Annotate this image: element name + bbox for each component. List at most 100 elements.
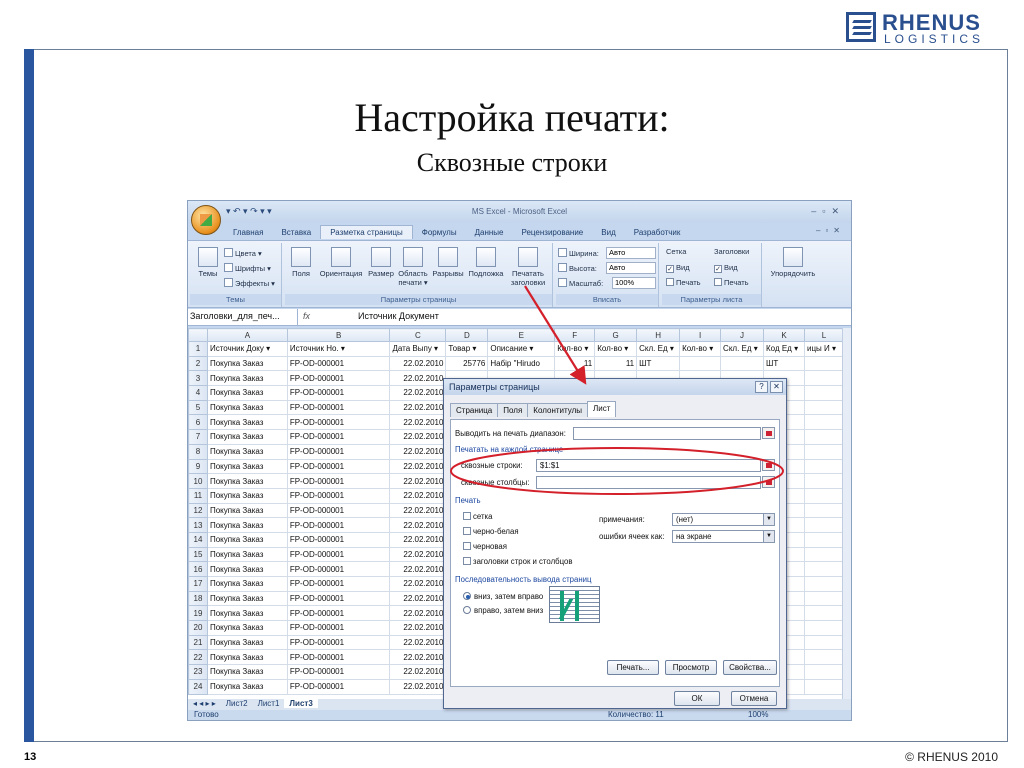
row-header[interactable]: 1 <box>188 341 208 357</box>
table-cell[interactable]: 22.02.2010 <box>389 590 447 607</box>
table-cell[interactable]: Покупка Заказ <box>206 517 288 533</box>
formula-input[interactable]: Источник Документ <box>358 311 439 321</box>
column-header-g[interactable]: G <box>594 328 638 342</box>
row-header[interactable]: 3 <box>188 370 208 387</box>
table-cell[interactable] <box>803 590 844 607</box>
table-header-cell[interactable]: Источник Но. ▾ <box>286 341 391 357</box>
table-cell[interactable]: FP-OD-000001 <box>286 487 391 504</box>
table-cell[interactable]: Покупка Заказ <box>206 473 288 489</box>
table-cell[interactable] <box>803 429 844 445</box>
black-white-checkbox[interactable]: черно-белая <box>463 527 519 536</box>
table-cell[interactable]: Покупка Заказ <box>206 546 288 563</box>
table-cell[interactable]: Покупка Заказ <box>206 620 288 636</box>
column-header-e[interactable]: E <box>487 328 556 342</box>
down-then-over-radio[interactable]: вниз, затем вправо <box>463 592 543 601</box>
table-cell[interactable]: FP-OD-000001 <box>286 355 391 372</box>
table-header-cell[interactable]: Описание ▾ <box>487 341 556 357</box>
tab-home[interactable]: Главная <box>224 226 272 239</box>
rows-to-repeat-input[interactable]: $1:$1 <box>536 459 761 472</box>
tab-data[interactable]: Данные <box>466 226 513 239</box>
name-box[interactable]: Заголовки_для_печ... <box>188 309 298 325</box>
table-header-cell[interactable]: Скл. Ед ▾ <box>720 341 765 357</box>
table-cell[interactable]: 22.02.2010 <box>389 531 447 548</box>
background-button[interactable]: Подложка <box>467 247 505 278</box>
cell-errors-select[interactable]: на экране ▼ <box>672 530 775 543</box>
row-header[interactable]: 2 <box>188 355 208 372</box>
table-cell[interactable]: 22.02.2010 <box>389 561 447 577</box>
table-cell[interactable]: 11 <box>594 355 638 372</box>
table-cell[interactable]: FP-OD-000001 <box>286 370 391 387</box>
table-cell[interactable]: FP-OD-000001 <box>286 634 391 651</box>
table-cell[interactable] <box>803 546 844 563</box>
table-cell[interactable] <box>803 385 844 401</box>
column-header-k[interactable]: K <box>763 328 805 342</box>
comments-select[interactable]: (нет) ▼ <box>672 513 775 526</box>
table-cell[interactable]: FP-OD-000001 <box>286 590 391 607</box>
table-cell[interactable] <box>803 399 844 416</box>
column-header-b[interactable]: B <box>286 328 391 342</box>
table-cell[interactable] <box>803 355 844 372</box>
table-header-cell[interactable]: Источник Доку ▾ <box>206 341 288 357</box>
table-cell[interactable]: 22.02.2010 <box>389 605 447 622</box>
table-cell[interactable]: Покупка Заказ <box>206 399 288 416</box>
print-titles-button[interactable]: Печатать заголовки <box>507 247 549 287</box>
row-header[interactable]: 4 <box>188 385 208 401</box>
row-header[interactable]: 5 <box>188 399 208 416</box>
row-header[interactable]: 21 <box>188 634 208 651</box>
status-zoom[interactable]: 100% <box>748 710 768 719</box>
table-cell[interactable]: Покупка Заказ <box>206 370 288 387</box>
tab-margins[interactable]: Поля <box>497 403 529 417</box>
table-cell[interactable]: 22.02.2010 <box>389 620 447 636</box>
table-cell[interactable]: 22.02.2010 <box>389 546 447 563</box>
table-cell[interactable]: FP-OD-000001 <box>286 605 391 622</box>
ok-button[interactable]: ОК <box>674 691 720 706</box>
margins-button[interactable]: Поля <box>289 247 313 278</box>
options-button[interactable]: Свойства... <box>723 660 777 675</box>
themes-button[interactable]: Темы <box>194 247 222 278</box>
table-cell[interactable] <box>803 414 844 431</box>
table-cell[interactable]: 22.02.2010 <box>389 370 447 387</box>
column-header-l[interactable]: L <box>803 328 844 342</box>
headings-view-checkbox[interactable]: ✓ Вид <box>714 263 738 273</box>
row-header[interactable]: 19 <box>188 605 208 622</box>
tab-sheet[interactable]: Лист <box>586 401 617 417</box>
table-cell[interactable]: 22.02.2010 <box>389 429 447 445</box>
table-cell[interactable]: FP-OD-000001 <box>286 385 391 401</box>
table-cell[interactable]: 22.02.2010 <box>389 649 447 666</box>
table-cell[interactable]: 22.02.2010 <box>389 355 447 372</box>
table-cell[interactable] <box>803 649 844 666</box>
row-header[interactable]: 14 <box>188 531 208 548</box>
table-cell[interactable]: FP-OD-000001 <box>286 502 391 519</box>
effects-button[interactable]: Эффекты ▾ <box>224 278 275 288</box>
vertical-scrollbar[interactable] <box>842 328 851 699</box>
table-cell[interactable] <box>803 620 844 636</box>
window-controls[interactable]: –▫✕ <box>811 206 845 217</box>
column-header-c[interactable]: C <box>389 328 447 342</box>
workbook-controls[interactable]: –▫✕ <box>816 226 845 235</box>
row-header[interactable]: 18 <box>188 590 208 607</box>
gridlines-print-checkbox[interactable]: Печать <box>666 278 701 287</box>
table-cell[interactable] <box>803 576 844 592</box>
table-cell[interactable]: Покупка Заказ <box>206 487 288 504</box>
row-header[interactable]: 10 <box>188 473 208 489</box>
rows-picker-icon[interactable] <box>762 459 775 471</box>
table-cell[interactable]: FP-OD-000001 <box>286 429 391 445</box>
row-header[interactable]: 7 <box>188 429 208 445</box>
table-cell[interactable] <box>803 487 844 504</box>
table-cell[interactable]: 22.02.2010 <box>389 678 447 695</box>
table-cell[interactable]: Покупка Заказ <box>206 634 288 651</box>
table-header-cell[interactable]: Кол-во ▾ <box>554 341 596 357</box>
table-cell[interactable]: FP-OD-000001 <box>286 546 391 563</box>
column-header-j[interactable]: J <box>720 328 765 342</box>
table-cell[interactable]: Покупка Заказ <box>206 443 288 460</box>
row-header[interactable]: 12 <box>188 502 208 519</box>
table-cell[interactable] <box>803 605 844 622</box>
table-cell[interactable]: FP-OD-000001 <box>286 678 391 695</box>
table-cell[interactable] <box>803 634 844 651</box>
table-header-cell[interactable]: ицы И ▾ <box>803 341 844 357</box>
fx-icon[interactable]: fx <box>303 311 310 321</box>
table-cell[interactable]: Покупка Заказ <box>206 649 288 666</box>
gridlines-view-checkbox[interactable]: ✓ Вид <box>666 263 690 273</box>
tab-header-footer[interactable]: Колонтитулы <box>527 403 588 417</box>
sheet-tab-3[interactable]: Лист3 <box>284 699 318 708</box>
